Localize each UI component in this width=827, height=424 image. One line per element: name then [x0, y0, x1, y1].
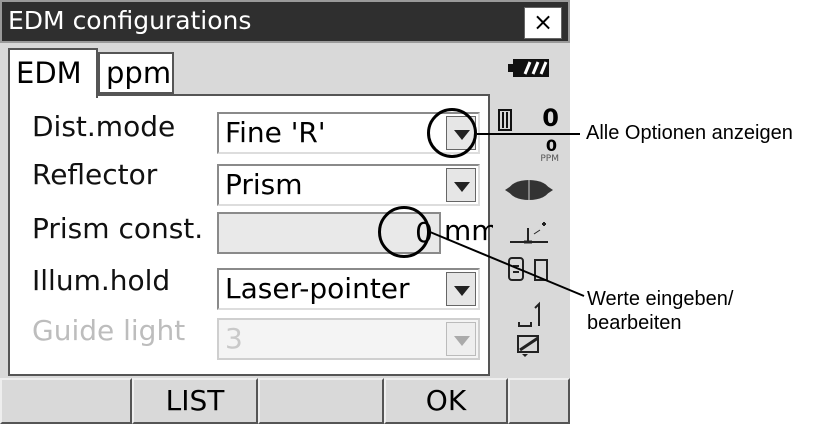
prism-const-label: Prism const. — [32, 212, 204, 245]
target-mode-icon[interactable] — [493, 178, 565, 206]
prism-const-status-value: 0 — [542, 104, 559, 132]
battery-icon[interactable] — [493, 56, 565, 84]
chevron-down-icon[interactable] — [446, 272, 476, 306]
tilt-icon[interactable] — [493, 214, 565, 252]
edm-config-window: EDM configurations × EDM ppm Dist.mode F… — [0, 0, 570, 424]
prism-const-unit: mm — [444, 214, 499, 247]
softkey-bar: LIST OK — [0, 378, 570, 424]
ppm-status-value: 0 — [545, 136, 557, 155]
callout-circle-input — [378, 206, 430, 258]
callout-enter-values-1: Werte eingeben/ — [587, 288, 734, 310]
tab-edm[interactable]: EDM — [8, 48, 98, 98]
softkey-5[interactable] — [508, 378, 570, 424]
reflector-select[interactable]: Prism — [217, 164, 480, 206]
list-button[interactable]: LIST — [132, 378, 258, 424]
input-mode-icon[interactable] — [493, 300, 565, 334]
title-bar: EDM configurations × — [0, 0, 570, 43]
guide-light-value: 3 — [225, 322, 243, 355]
close-button[interactable]: × — [524, 7, 562, 39]
communication-icon[interactable] — [493, 254, 565, 290]
softkey-3[interactable] — [258, 378, 384, 424]
illum-hold-label: Illum.hold — [32, 264, 171, 297]
reflector-label: Reflector — [32, 158, 158, 191]
guide-light-label: Guide light — [32, 314, 186, 347]
guide-light-select: 3 — [217, 318, 480, 360]
dist-mode-label: Dist.mode — [32, 110, 176, 143]
ok-button[interactable]: OK — [384, 378, 508, 424]
softkey-1[interactable] — [0, 378, 132, 424]
callout-circle-dropdown — [427, 108, 477, 158]
status-sidebar: 0 0 PPM — [493, 48, 565, 376]
window-title: EDM configurations — [8, 6, 252, 35]
memory-card-icon[interactable] — [493, 332, 565, 362]
callout-show-options: Alle Optionen anzeigen — [586, 122, 793, 144]
illum-hold-select[interactable]: Laser-pointer — [217, 268, 480, 310]
dist-mode-value: Fine 'R' — [225, 116, 326, 149]
prism-icon — [498, 109, 512, 131]
ppm-status-label: PPM — [540, 154, 559, 164]
callout-enter-values-2: bearbeiten — [587, 312, 682, 334]
chevron-down-icon[interactable] — [446, 168, 476, 202]
tab-ppm[interactable]: ppm — [98, 52, 174, 94]
illum-hold-value: Laser-pointer — [225, 272, 410, 305]
reflector-value: Prism — [225, 168, 303, 201]
chevron-down-icon — [446, 322, 476, 356]
